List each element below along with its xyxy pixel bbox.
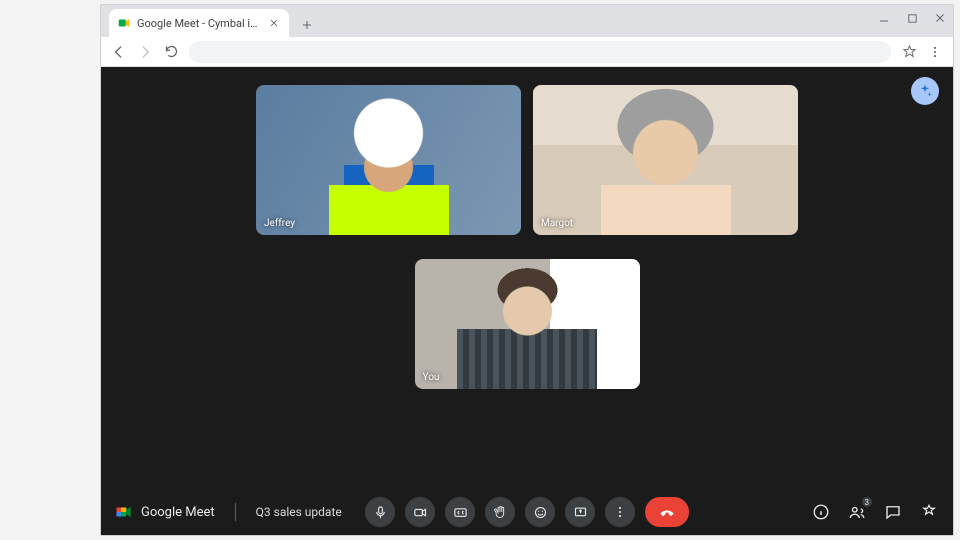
browser-tab[interactable]: Google Meet - Cymbal intro xyxy=(109,9,289,37)
reload-icon[interactable] xyxy=(163,44,179,60)
meet-logo-icon xyxy=(115,503,133,521)
video-grid: Jeffrey Margot You xyxy=(101,85,953,389)
reactions-button[interactable] xyxy=(525,497,555,527)
info-button[interactable] xyxy=(811,502,831,522)
maximize-icon[interactable] xyxy=(905,11,919,25)
participant-tile[interactable]: Jeffrey xyxy=(256,85,521,235)
window-close-icon[interactable] xyxy=(933,11,947,25)
forward-icon[interactable] xyxy=(137,44,153,60)
minimize-icon[interactable] xyxy=(877,11,891,25)
close-icon[interactable] xyxy=(267,16,281,30)
browser-menu-icon[interactable] xyxy=(927,44,943,60)
call-controls xyxy=(365,497,689,527)
address-bar-row xyxy=(101,37,953,67)
activities-button[interactable] xyxy=(919,502,939,522)
raise-hand-button[interactable] xyxy=(485,497,515,527)
participant-label: You xyxy=(423,372,440,383)
self-tile[interactable]: You xyxy=(415,259,640,389)
camera-button[interactable] xyxy=(405,497,435,527)
participant-label: Margot xyxy=(541,218,573,229)
tab-strip: Google Meet - Cymbal intro xyxy=(101,5,953,37)
brand-text: Google Meet xyxy=(141,505,215,520)
people-button[interactable]: 3 xyxy=(847,502,867,522)
hangup-button[interactable] xyxy=(645,497,689,527)
window-controls xyxy=(877,11,947,25)
participant-label: Jeffrey xyxy=(264,218,295,229)
right-panel-controls: 3 xyxy=(811,502,939,522)
browser-window: Google Meet - Cymbal intro Jeffrey xyxy=(100,4,954,536)
address-bar[interactable] xyxy=(189,41,891,63)
back-icon[interactable] xyxy=(111,44,127,60)
people-count-badge: 3 xyxy=(861,496,874,508)
chat-button[interactable] xyxy=(883,502,903,522)
meeting-name: Q3 sales update xyxy=(256,505,342,519)
present-button[interactable] xyxy=(565,497,595,527)
mic-button[interactable] xyxy=(365,497,395,527)
bookmark-star-icon[interactable] xyxy=(901,44,917,60)
more-options-button[interactable] xyxy=(605,497,635,527)
bottom-bar: Google Meet Q3 sales update 3 xyxy=(101,489,953,535)
meet-favicon xyxy=(117,16,131,30)
divider xyxy=(235,503,236,521)
participant-tile[interactable]: Margot xyxy=(533,85,798,235)
captions-button[interactable] xyxy=(445,497,475,527)
tab-title: Google Meet - Cymbal intro xyxy=(137,17,261,30)
new-tab-button[interactable] xyxy=(295,13,319,37)
meet-brand: Google Meet Q3 sales update xyxy=(115,503,342,521)
meet-viewport: Jeffrey Margot You Google Meet Q3 sales … xyxy=(101,67,953,535)
